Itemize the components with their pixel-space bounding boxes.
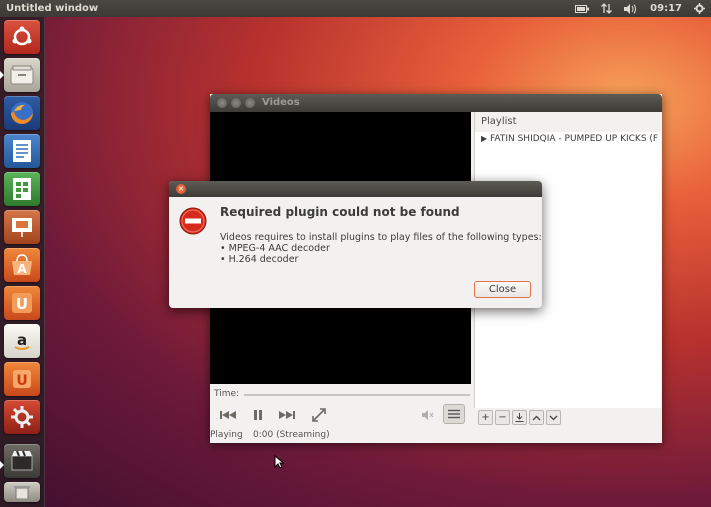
- clock[interactable]: 09:17: [650, 3, 682, 14]
- dialog-message: Videos requires to install plugins to pl…: [220, 232, 542, 265]
- battery-icon[interactable]: [575, 4, 590, 13]
- previous-icon: [220, 411, 236, 419]
- time-label: Time:: [214, 389, 240, 399]
- videos-titlebar[interactable]: Videos: [210, 94, 662, 112]
- firefox-icon[interactable]: [4, 96, 40, 130]
- ubuntu-one-music-icon[interactable]: U: [4, 362, 40, 396]
- dialog-heading: Required plugin could not be found: [220, 205, 460, 219]
- pause-icon: [254, 410, 262, 420]
- download-icon: [515, 413, 524, 422]
- videos-icon[interactable]: [4, 444, 40, 478]
- playlist-item[interactable]: ▶ FATIN SHIDQIA - PUMPED UP KICKS (F: [481, 134, 659, 144]
- next-button[interactable]: [277, 407, 297, 423]
- play-triangle-icon: ▶: [481, 134, 488, 143]
- system-settings-icon[interactable]: [4, 400, 40, 434]
- playlist-toolbar: + −: [476, 410, 660, 428]
- chevron-down-icon: [549, 415, 558, 420]
- mouse-cursor-icon: [274, 455, 284, 469]
- plugin-list-item: • MPEG-4 AAC decoder: [220, 243, 330, 254]
- status-bar: Playing 0:00 (Streaming): [210, 430, 662, 443]
- playlist-header: Playlist: [475, 112, 661, 132]
- volume-icon[interactable]: [624, 3, 638, 14]
- playlist-item-label: FATIN SHIDQIA - PUMPED UP KICKS (F: [490, 134, 659, 144]
- settings-gear-icon[interactable]: [694, 3, 705, 14]
- top-panel: Untitled window 09:17: [0, 0, 711, 17]
- pause-button[interactable]: [248, 407, 268, 423]
- fullscreen-icon: [312, 408, 326, 422]
- error-dialog: ✕ Required plugin could not be found Vid…: [169, 181, 542, 308]
- volume-muted-icon: [422, 410, 434, 420]
- close-button[interactable]: Close: [474, 281, 531, 298]
- chevron-up-icon: [532, 415, 541, 420]
- svg-text:A: A: [17, 262, 27, 276]
- ubuntu-dash-icon[interactable]: [4, 20, 40, 54]
- svg-text:U: U: [16, 295, 28, 313]
- libreoffice-impress-icon[interactable]: [4, 210, 40, 244]
- error-icon: [179, 207, 207, 235]
- window-title: Videos: [262, 97, 300, 108]
- trash-icon[interactable]: [4, 482, 40, 502]
- svg-text:a: a: [17, 331, 27, 349]
- status-time: 0:00 (Streaming): [253, 430, 330, 440]
- files-icon[interactable]: [4, 58, 40, 92]
- save-playlist-button[interactable]: [512, 410, 527, 425]
- window-close-icon[interactable]: [217, 98, 227, 108]
- launcher: A U a U: [0, 17, 45, 507]
- previous-button[interactable]: [218, 407, 238, 423]
- window-maximize-icon[interactable]: [245, 98, 255, 108]
- svg-text:U: U: [16, 373, 27, 389]
- remove-button[interactable]: −: [495, 410, 510, 425]
- list-icon: [448, 409, 460, 419]
- dialog-close-icon[interactable]: ✕: [176, 184, 186, 194]
- move-down-button[interactable]: [546, 410, 561, 425]
- seek-slider[interactable]: [244, 394, 470, 396]
- amazon-icon[interactable]: a: [4, 324, 40, 358]
- show-sidebar-button[interactable]: [443, 404, 465, 424]
- software-center-icon[interactable]: A: [4, 248, 40, 282]
- dialog-titlebar[interactable]: ✕: [169, 181, 542, 197]
- ubuntu-one-icon[interactable]: U: [4, 286, 40, 320]
- dialog-message-text: Videos requires to install plugins to pl…: [220, 232, 542, 243]
- window-title: Untitled window: [6, 3, 99, 14]
- move-up-button[interactable]: [529, 410, 544, 425]
- status-text: Playing: [210, 430, 243, 440]
- next-icon: [279, 411, 295, 419]
- add-button[interactable]: +: [478, 410, 493, 425]
- fullscreen-button[interactable]: [308, 405, 330, 425]
- plugin-list-item: • H.264 decoder: [220, 254, 299, 265]
- volume-button[interactable]: [420, 407, 436, 423]
- window-minimize-icon[interactable]: [231, 98, 241, 108]
- libreoffice-writer-icon[interactable]: [4, 134, 40, 168]
- libreoffice-calc-icon[interactable]: [4, 172, 40, 206]
- network-icon[interactable]: [601, 3, 613, 14]
